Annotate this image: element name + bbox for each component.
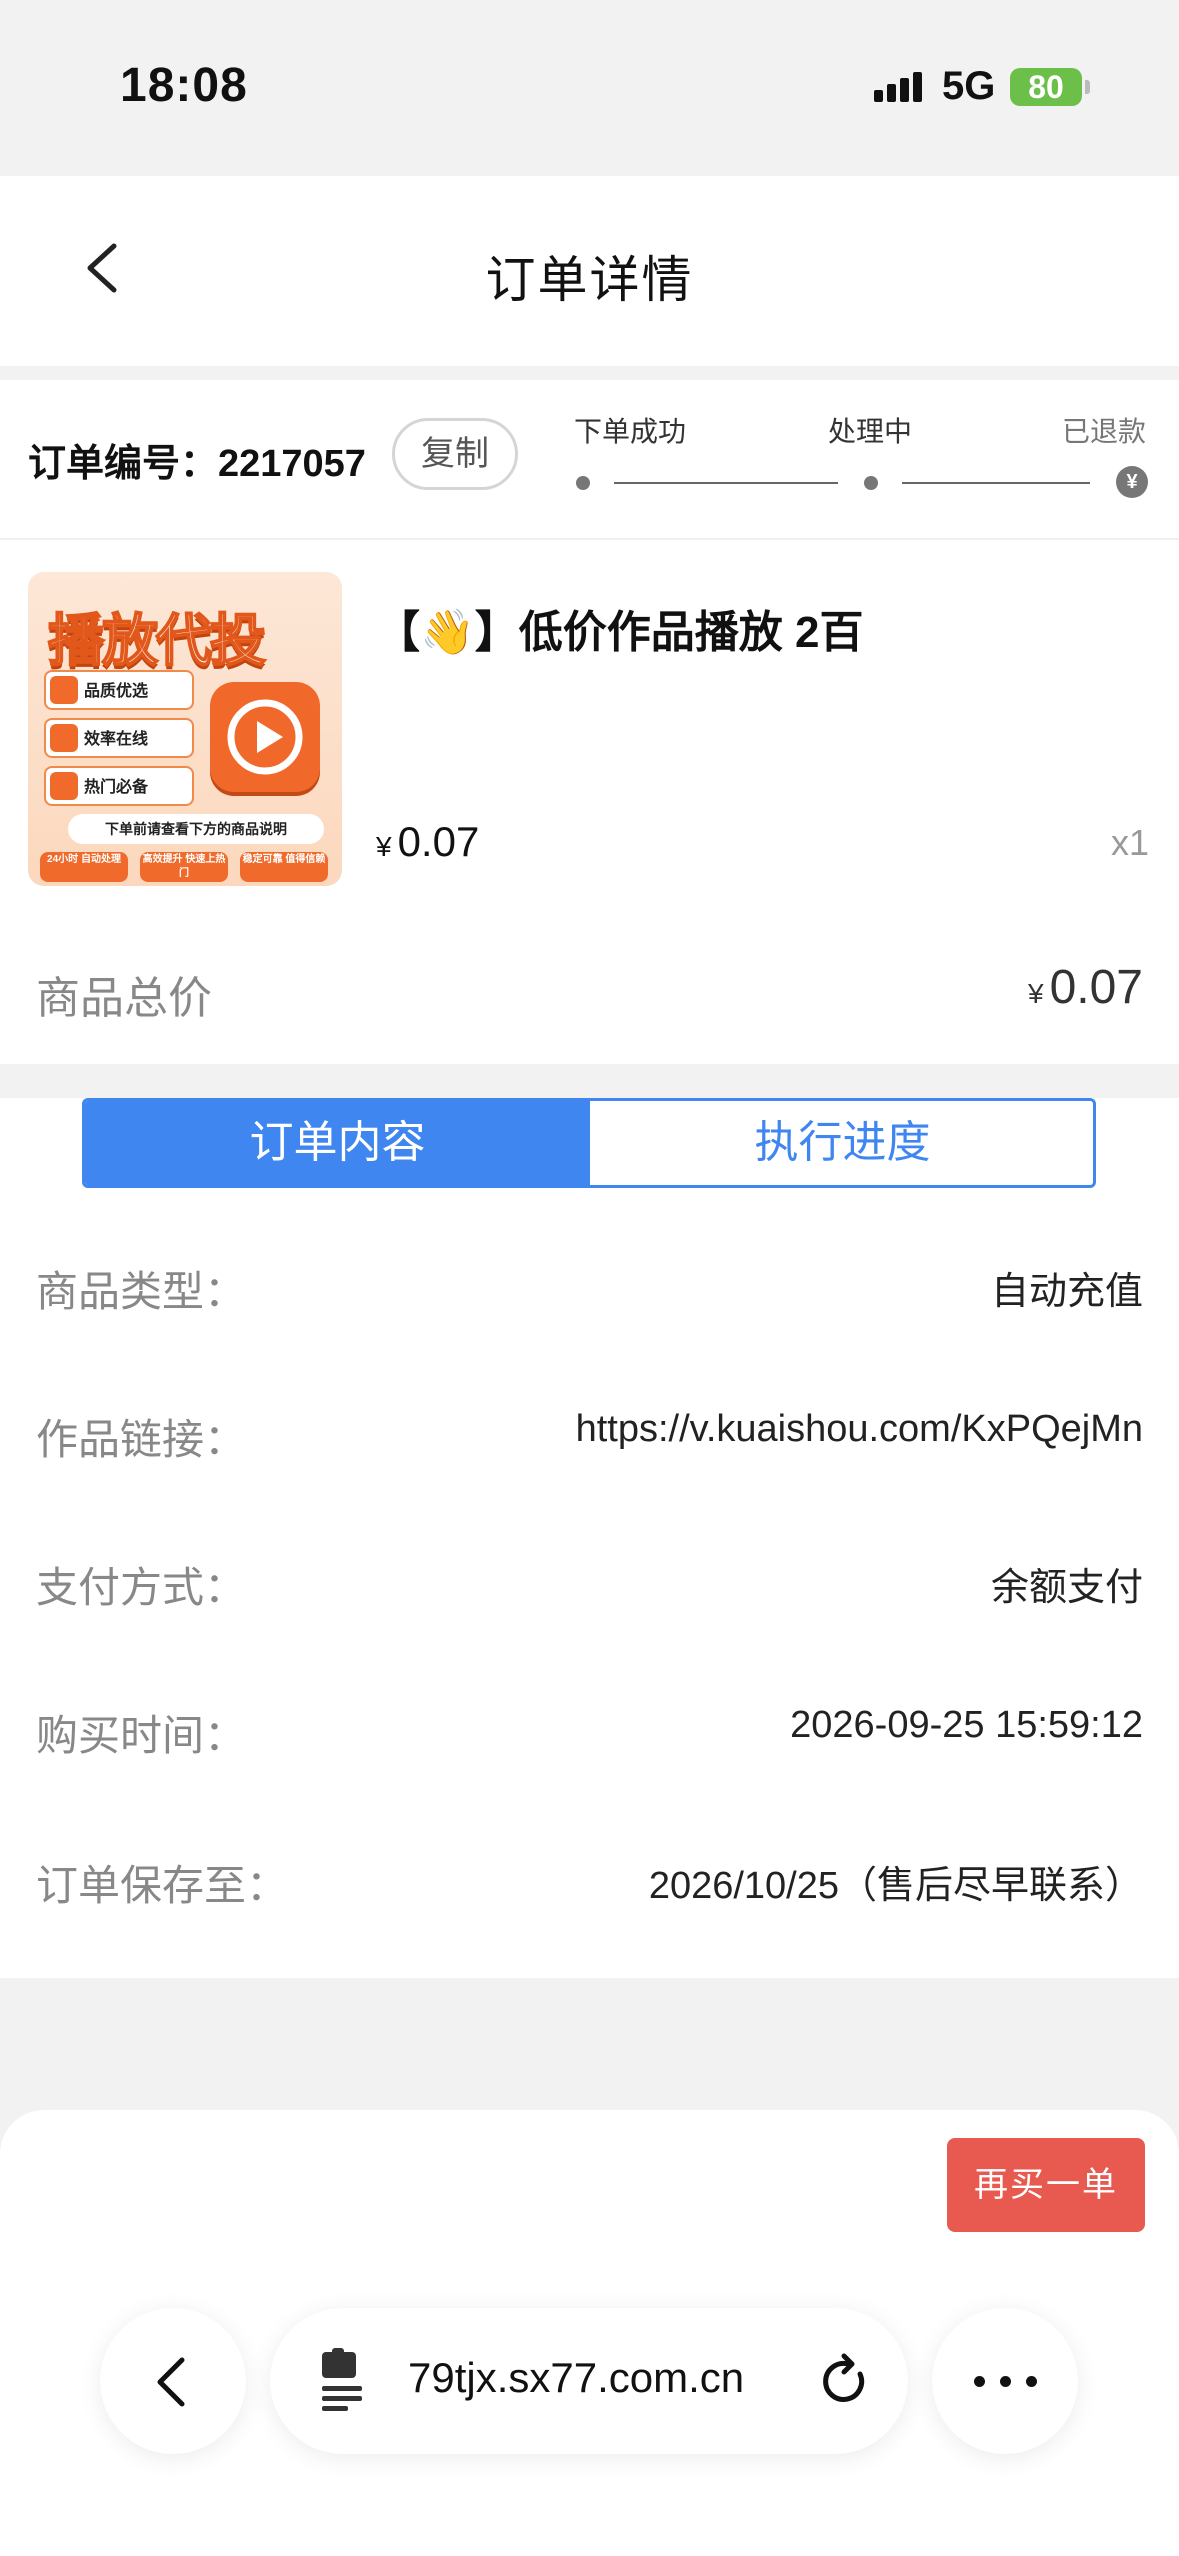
- detail-key: 支付方式：: [36, 1564, 247, 1611]
- order-number: 订单编号：2217057: [28, 443, 366, 485]
- page-title: 订单详情: [485, 252, 694, 308]
- currency-symbol: ¥: [1028, 978, 1044, 1009]
- detail-row-payment: 支付方式： 余额支付: [0, 1554, 1179, 1634]
- product-price: ¥0.07: [376, 818, 479, 866]
- total-label: 商品总价: [36, 974, 212, 1023]
- thumbnail-badge: 高效提升 快速上热门: [140, 852, 228, 882]
- price-value: 0.07: [397, 818, 480, 865]
- more-dots-icon: [974, 2376, 985, 2387]
- signal-icon: [874, 72, 922, 102]
- back-arrow-icon: [157, 2357, 185, 2407]
- detail-row-link: 作品链接： https://v.kuaishou.com/KxPQejMn: [0, 1406, 1179, 1486]
- step-line: [614, 482, 838, 484]
- speed-icon: [50, 724, 78, 752]
- status-time: 18:08: [120, 59, 248, 112]
- total-amount: 0.07: [1049, 961, 1143, 1014]
- rebuy-button[interactable]: 再买一单: [947, 2138, 1145, 2232]
- detail-value: 2026-09-25 15:59:12: [790, 1704, 1143, 1746]
- details-panel: [0, 1098, 1179, 1978]
- step-line: [902, 482, 1090, 484]
- thumbnail-feature-label: 热门必备: [84, 779, 149, 796]
- more-dots-icon: [1026, 2376, 1037, 2387]
- detail-row-time: 购买时间： 2026-09-25 15:59:12: [0, 1702, 1179, 1782]
- thumbnail-feature-label: 效率在线: [84, 731, 149, 748]
- detail-row-type: 商品类型： 自动充值: [0, 1258, 1179, 1338]
- thumbnail-feature: 热门必备: [44, 766, 194, 806]
- detail-key: 订单保存至：: [36, 1862, 289, 1909]
- url-text[interactable]: 79tjx.sx77.com.cn: [408, 2354, 744, 2402]
- refund-icon: ¥: [1116, 466, 1148, 498]
- detail-value[interactable]: https://v.kuaishou.com/KxPQejMn: [576, 1408, 1143, 1451]
- thumbnail-feature-label: 品质优选: [84, 683, 149, 700]
- site-extension-icon[interactable]: [318, 2348, 368, 2414]
- more-options-button[interactable]: [932, 2308, 1078, 2454]
- battery-icon: 80: [1010, 68, 1090, 106]
- more-dots-icon: [1000, 2376, 1011, 2387]
- section-gap: [0, 1064, 1179, 1098]
- product-name: 【👋】低价作品播放 2百: [376, 608, 864, 657]
- trend-icon: [50, 772, 78, 800]
- network-type: 5G: [942, 64, 996, 108]
- play-icon: [50, 676, 78, 704]
- currency-symbol: ¥: [376, 831, 392, 862]
- thumbnail-banner: 下单前请查看下方的商品说明: [68, 814, 324, 844]
- browser-back-button[interactable]: [100, 2308, 246, 2454]
- tab-group: 订单内容 执行进度: [82, 1098, 1096, 1188]
- detail-key: 购买时间：: [36, 1712, 247, 1759]
- detail-key: 商品类型：: [36, 1268, 247, 1315]
- thumbnail-badge: 稳定可靠 值得信赖: [240, 852, 328, 882]
- thumbnail-title: 播放代投: [47, 608, 267, 675]
- step-dot-placed: [576, 476, 590, 490]
- step-dot-processing: [864, 476, 878, 490]
- tab-order-content[interactable]: 订单内容: [85, 1101, 590, 1185]
- detail-value: 2026/10/25（售后尽早联系）: [648, 1865, 1143, 1907]
- step-label-processing: 处理中: [828, 416, 913, 447]
- copy-button[interactable]: 复制: [392, 418, 518, 490]
- step-label-refunded: 已退款: [1062, 416, 1147, 447]
- total-value: ¥0.07: [1028, 960, 1143, 1015]
- detail-value: 余额支付: [990, 1567, 1143, 1609]
- thumbnail-feature: 效率在线: [44, 718, 194, 758]
- product-quantity: x1: [1110, 822, 1149, 863]
- detail-key: 作品链接：: [36, 1416, 247, 1463]
- detail-value: 自动充值: [990, 1271, 1143, 1313]
- reload-icon[interactable]: [816, 2352, 872, 2410]
- step-label-placed: 下单成功: [574, 416, 687, 447]
- detail-row-expiry: 订单保存至： 2026/10/25（售后尽早联系）: [0, 1852, 1179, 1932]
- tab-execution-progress[interactable]: 执行进度: [590, 1101, 1093, 1185]
- product-thumbnail: 播放代投 品质优选 效率在线 热门必备 下单前请查看下方的商品说明 24小时 自…: [28, 572, 342, 886]
- thumbnail-badge: 24小时 自动处理: [40, 852, 128, 882]
- thumbnail-feature: 品质优选: [44, 670, 194, 710]
- play-button-icon: [210, 682, 320, 792]
